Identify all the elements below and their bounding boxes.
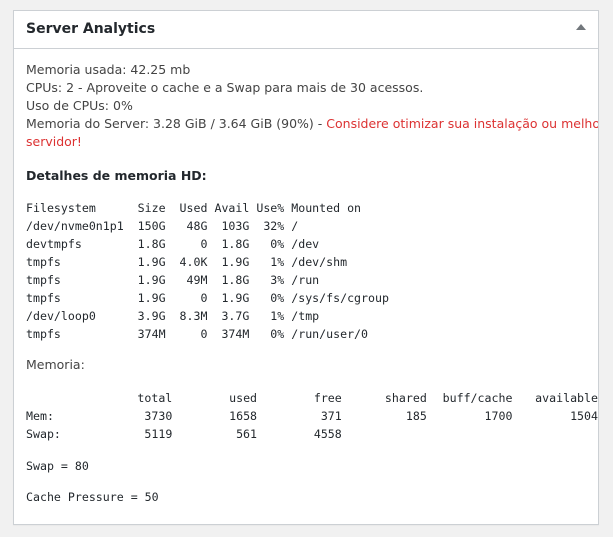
table-cell: 1658 bbox=[229, 409, 258, 423]
column-header: free bbox=[313, 391, 342, 405]
widget-header: Server Analytics bbox=[14, 11, 598, 49]
table-row: Mem: 3730 1658 371 185 1700 1504 bbox=[26, 407, 598, 425]
disk-row: tmpfs 1.9G 0 1.9G 0% /sys/fs/cgroup bbox=[26, 291, 389, 305]
table-cell: 561 bbox=[236, 427, 258, 441]
table-cell: 4558 bbox=[313, 427, 342, 441]
disk-row: tmpfs 1.9G 49M 1.8G 3% /run bbox=[26, 273, 320, 287]
disk-row: tmpfs 374M 0 374M 0% /run/user/0 bbox=[26, 327, 369, 341]
table-cell: 5119 bbox=[144, 427, 173, 441]
table-cell: 1504 bbox=[570, 409, 598, 423]
server-memory-warning-cont: servidor! bbox=[26, 134, 82, 149]
table-cell: 3730 bbox=[144, 409, 173, 423]
column-header: total bbox=[137, 391, 173, 405]
cache-pressure-value: Cache Pressure = 50 bbox=[26, 490, 159, 504]
disk-table-header: Filesystem Size Used Avail Use% Mounted … bbox=[26, 201, 362, 215]
table-cell: 371 bbox=[320, 409, 342, 423]
table-cell: 185 bbox=[405, 409, 427, 423]
row-label: Swap: bbox=[26, 427, 61, 441]
server-analytics-widget: Server Analytics Memoria usada: 42.25 mb… bbox=[13, 10, 599, 525]
column-header: shared bbox=[384, 391, 427, 405]
disk-row: /dev/loop0 3.9G 8.3M 3.7G 1% /tmp bbox=[26, 309, 320, 323]
disk-row: /dev/nvme0n1p1 150G 48G 103G 32% / bbox=[26, 219, 299, 233]
server-memory: Memoria do Server: 3.28 GiB / 3.64 GiB (… bbox=[26, 115, 598, 133]
table-cell bbox=[342, 425, 427, 443]
table-cell: 1700 bbox=[484, 409, 513, 423]
swappiness-value: Swap = 80 bbox=[26, 459, 89, 473]
disk-row: tmpfs 1.9G 4.0K 1.9G 1% /dev/shm bbox=[26, 255, 348, 269]
table-cell bbox=[427, 425, 513, 443]
widget-body: Memoria usada: 42.25 mb CPUs: 2 - Aprove… bbox=[26, 61, 598, 506]
memory-table-header: total used free shared buff/cache availa… bbox=[26, 389, 598, 407]
column-header: buff/cache bbox=[442, 391, 513, 405]
memory-table: total used free shared buff/cache availa… bbox=[26, 389, 598, 443]
server-memory-warning: Considere otimizar sua instalação ou mel… bbox=[326, 116, 598, 131]
column-header: available bbox=[535, 391, 598, 405]
widget-title: Server Analytics bbox=[26, 21, 156, 37]
memory-used: Memoria usada: 42.25 mb bbox=[26, 62, 191, 77]
server-memory-value: Memoria do Server: 3.28 GiB / 3.64 GiB (… bbox=[26, 116, 327, 131]
column-header: used bbox=[229, 391, 258, 405]
cpu-info: CPUs: 2 - Aproveite o cache e a Swap par… bbox=[26, 80, 424, 95]
cpu-usage: Uso de CPUs: 0% bbox=[26, 98, 133, 113]
row-label: Mem: bbox=[26, 409, 54, 423]
table-cell bbox=[512, 425, 598, 443]
table-row: Swap: 5119 561 4558 bbox=[26, 425, 598, 443]
disk-heading: Detalhes de memoria HD: bbox=[26, 168, 207, 183]
memory-label: Memoria: bbox=[26, 357, 85, 372]
disk-row: devtmpfs 1.8G 0 1.8G 0% /dev bbox=[26, 237, 320, 251]
disk-usage-table: Filesystem Size Used Avail Use% Mounted … bbox=[26, 199, 598, 343]
collapse-toggle-icon[interactable] bbox=[576, 24, 586, 30]
